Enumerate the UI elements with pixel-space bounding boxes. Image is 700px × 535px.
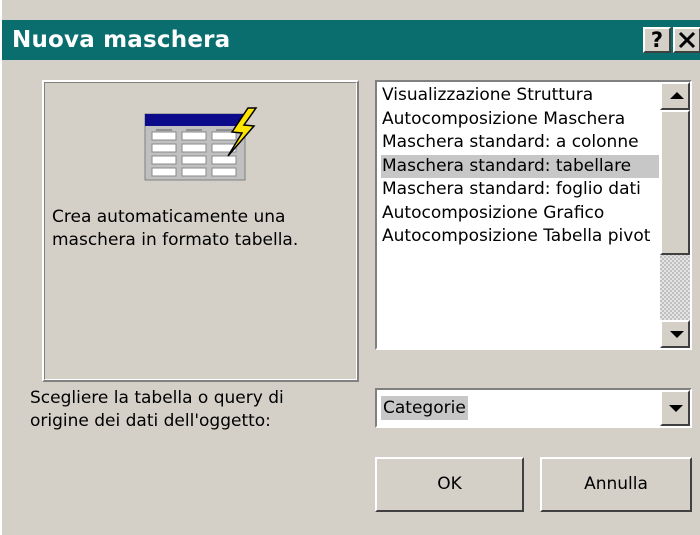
list-item[interactable]: Maschera standard: foglio dati xyxy=(381,178,659,202)
close-button[interactable] xyxy=(673,27,700,53)
list-item[interactable]: Autocomposizione Tabella pivot xyxy=(381,225,659,249)
preview-panel: Crea automaticamente una maschera in for… xyxy=(42,80,359,382)
form-type-listbox[interactable]: Visualizzazione Struttura Autocomposizion… xyxy=(375,80,692,350)
scroll-up-button[interactable] xyxy=(660,82,690,110)
scroll-down-button[interactable] xyxy=(660,320,690,348)
scroll-thumb[interactable] xyxy=(660,110,690,255)
close-icon xyxy=(678,31,696,49)
title-bar[interactable]: Nuova maschera ? xyxy=(2,20,700,60)
tabular-form-wizard-icon xyxy=(144,107,258,181)
listbox-scrollbar[interactable] xyxy=(660,82,690,348)
list-item[interactable]: Visualizzazione Struttura xyxy=(381,84,659,108)
source-label: Scegliere la tabella o query di origine … xyxy=(30,388,284,431)
list-item[interactable]: Autocomposizione Maschera xyxy=(381,108,659,132)
new-form-dialog: Nuova maschera ? Crea automaticamente un… xyxy=(0,0,700,535)
combobox-dropdown-button[interactable] xyxy=(660,390,690,426)
help-button[interactable]: ? xyxy=(643,27,671,53)
list-item[interactable]: Autocomposizione Grafico xyxy=(381,202,659,226)
chevron-down-icon xyxy=(669,405,683,412)
preview-description: Crea automaticamente una maschera in for… xyxy=(52,207,299,250)
form-type-list: Visualizzazione Struttura Autocomposizion… xyxy=(381,84,659,249)
cancel-button[interactable]: Annulla xyxy=(540,457,692,512)
ok-button[interactable]: OK xyxy=(375,457,524,512)
list-item[interactable]: Maschera standard: a colonne xyxy=(381,131,659,155)
list-item[interactable]: Maschera standard: tabellare xyxy=(381,154,659,178)
source-value[interactable]: Categorie xyxy=(381,396,468,420)
source-combobox[interactable]: Categorie xyxy=(375,388,692,428)
arrow-down-icon xyxy=(670,331,684,338)
dialog-title: Nuova maschera xyxy=(12,27,231,53)
arrow-up-icon xyxy=(670,92,684,99)
